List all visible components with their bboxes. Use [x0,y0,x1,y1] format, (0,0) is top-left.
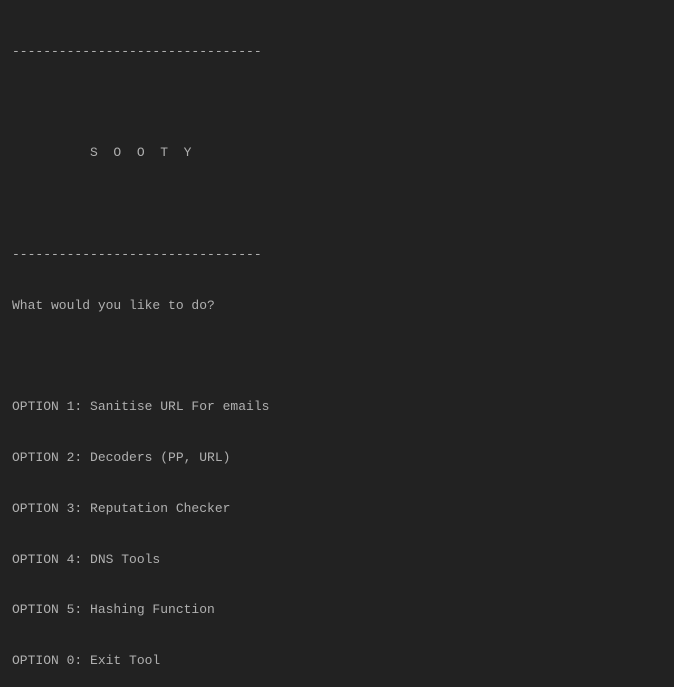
prompt-line: What would you like to do? [12,298,662,315]
banner-line-bottom: -------------------------------- [12,247,662,264]
banner-line-top: -------------------------------- [12,44,662,61]
option-0[interactable]: OPTION 0: Exit Tool [12,653,662,670]
option-3[interactable]: OPTION 3: Reputation Checker [12,501,662,518]
option-5[interactable]: OPTION 5: Hashing Function [12,602,662,619]
option-2[interactable]: OPTION 2: Decoders (PP, URL) [12,450,662,467]
terminal-output: -------------------------------- S O O T… [12,10,662,687]
option-1[interactable]: OPTION 1: Sanitise URL For emails [12,399,662,416]
blank-line [12,95,662,112]
blank-line [12,196,662,213]
option-4[interactable]: OPTION 4: DNS Tools [12,552,662,569]
banner-title: S O O T Y [12,145,662,162]
blank-line [12,348,662,365]
